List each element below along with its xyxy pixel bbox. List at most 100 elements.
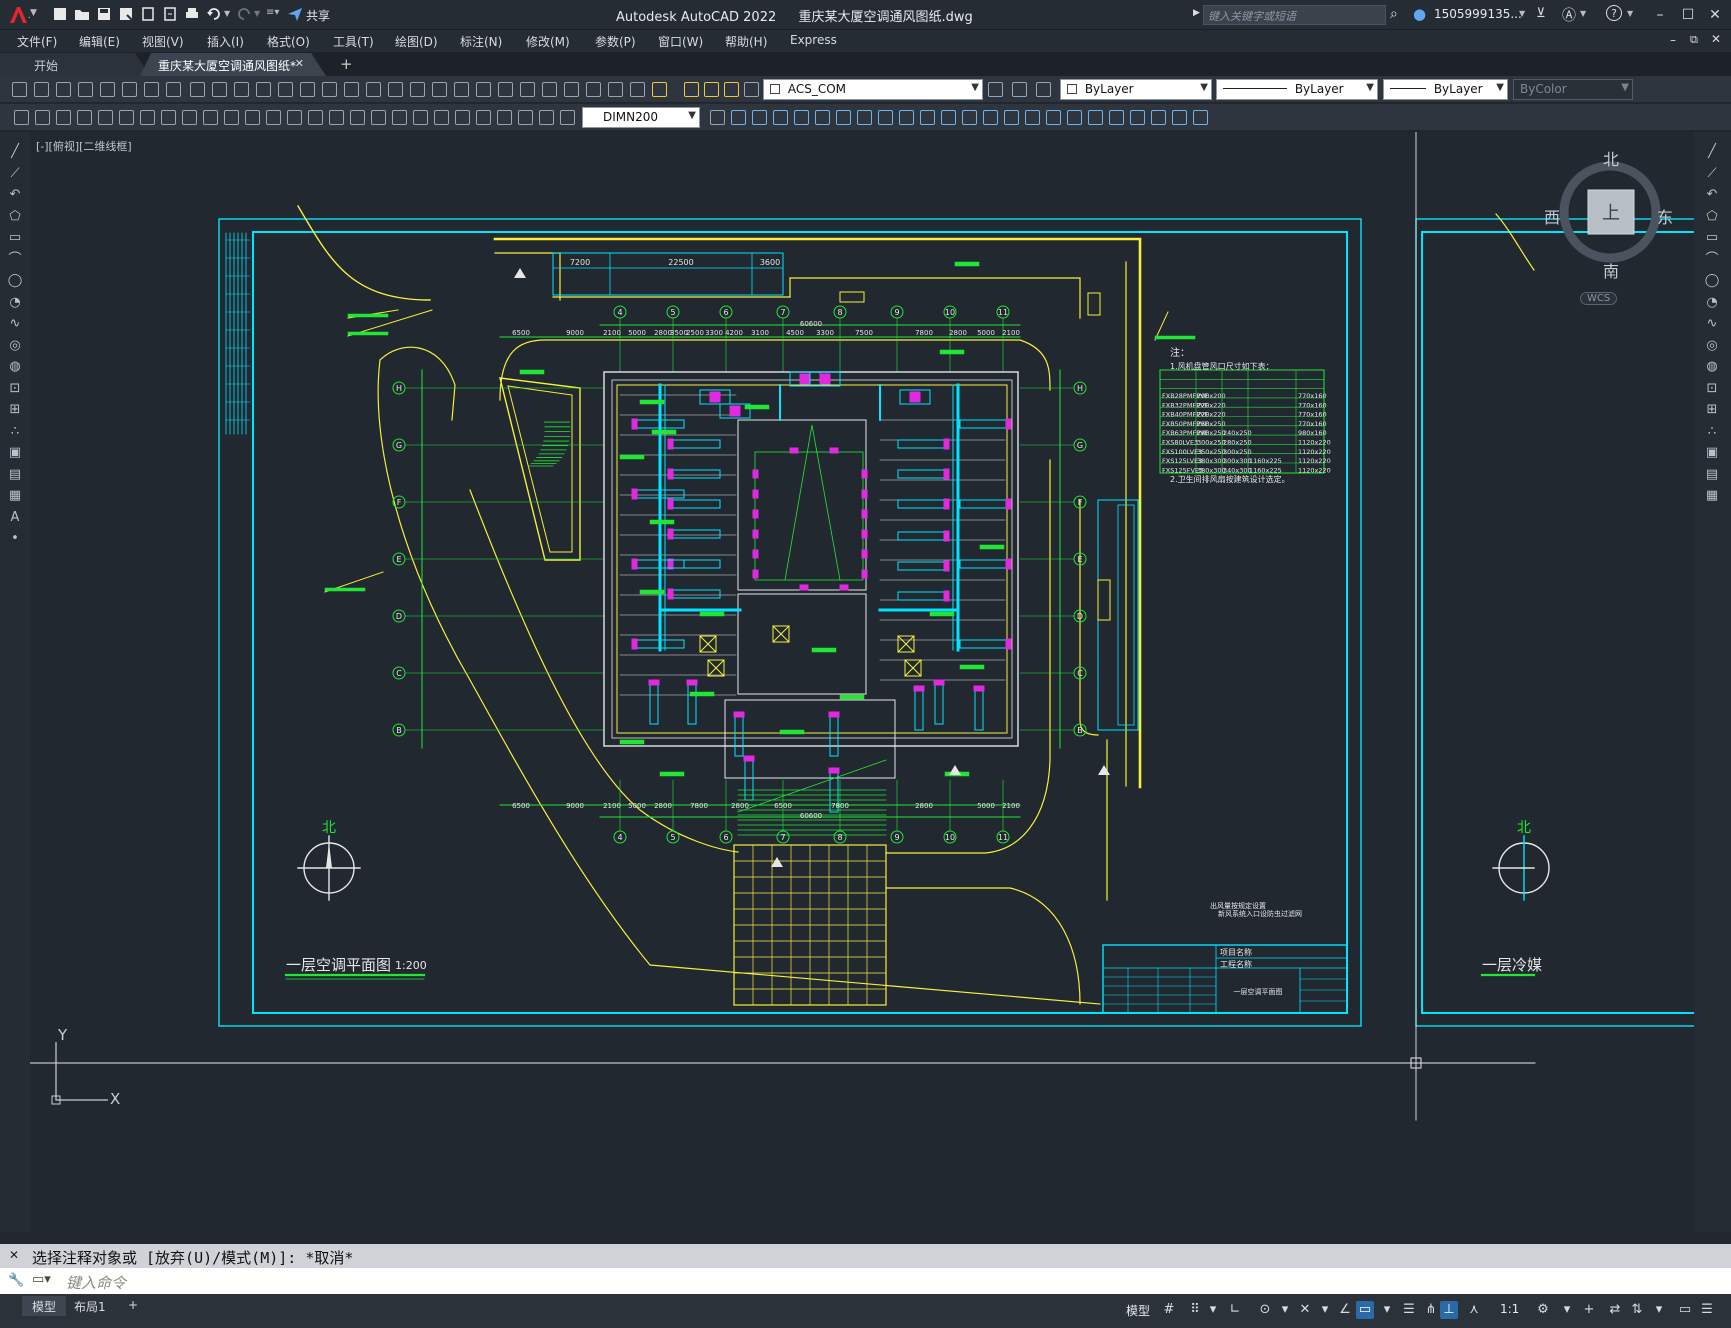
tb1-tool-14-icon[interactable] (300, 82, 315, 97)
tb2-tool-24-icon[interactable] (497, 110, 512, 125)
status-toggle-11-icon[interactable]: ▾ (1378, 1301, 1396, 1319)
draw-tool-3-icon[interactable]: ↶ (7, 187, 23, 203)
modify-tool-11-icon[interactable]: ◍ (1704, 359, 1720, 375)
layer-dropdown[interactable]: ACS_COM ▼ (763, 79, 983, 100)
tb1-tool-21-icon[interactable] (454, 82, 469, 97)
viewcube-top-face[interactable]: 上 (1602, 199, 1620, 225)
tb2-tool-6-icon[interactable] (119, 110, 134, 125)
tb1-tool-15-icon[interactable] (322, 82, 337, 97)
tb2-tool-12-icon[interactable] (245, 110, 260, 125)
tb1-tool-30-icon[interactable] (652, 82, 667, 97)
tb1-tool-19-icon[interactable] (410, 82, 425, 97)
tb2-tool-34-icon[interactable] (836, 110, 851, 125)
tb2-tool-33-icon[interactable] (815, 110, 830, 125)
tab-layout1[interactable]: 布局1 (64, 1296, 116, 1316)
viewcube-north[interactable]: 北 (1603, 146, 1619, 170)
tab-model[interactable]: 模型 (22, 1296, 67, 1316)
command-input[interactable]: 键入命令 (66, 1272, 126, 1293)
tb2-tool-48-icon[interactable] (1130, 110, 1145, 125)
modify-tool-4-icon[interactable]: ⬠ (1704, 209, 1720, 225)
user-dropdown-icon[interactable]: ▼ (1519, 9, 1525, 18)
undo-dropdown-icon[interactable]: ▼ (224, 9, 230, 18)
modify-tool-3-icon[interactable]: ↶ (1704, 187, 1720, 203)
tb2-tool-2-icon[interactable] (35, 110, 50, 125)
status-toggle-4-icon[interactable]: ∟ (1226, 1301, 1244, 1319)
cart-icon[interactable]: ⊻ (1536, 6, 1546, 21)
status-toggle-18-icon[interactable]: + (1580, 1301, 1598, 1319)
tb2-tool-14-icon[interactable] (287, 110, 302, 125)
draw-tool-2-icon[interactable]: ⟋ (7, 166, 23, 182)
plot-icon[interactable] (184, 6, 200, 22)
tb2-tool-35-icon[interactable] (857, 110, 872, 125)
close-icon[interactable]: ✕ (1703, 4, 1727, 26)
tb1-tool-28-icon[interactable] (608, 82, 623, 97)
modify-tool-8-icon[interactable]: ◔ (1704, 295, 1720, 311)
tb1-tool-35-icon[interactable] (988, 82, 1003, 97)
plotstyle-dropdown[interactable]: ByColor ▼ (1513, 79, 1633, 100)
open-web-icon[interactable] (140, 6, 156, 22)
tb2-tool-21-icon[interactable] (434, 110, 449, 125)
modify-tool-10-icon[interactable]: ◎ (1704, 338, 1720, 354)
tb2-tool-30-icon[interactable] (752, 110, 767, 125)
tb2-tool-4-icon[interactable] (77, 110, 92, 125)
tb1-tool-24-icon[interactable] (520, 82, 535, 97)
tb1-tool-2-icon[interactable] (34, 82, 49, 97)
save-icon[interactable] (96, 6, 112, 22)
tb2-tool-47-icon[interactable] (1109, 110, 1124, 125)
save-as-icon[interactable] (118, 6, 134, 22)
draw-tool-19-icon[interactable]: • (7, 531, 23, 547)
menu-draw[interactable]: 绘图(D) (395, 33, 438, 50)
tb2-tool-23-icon[interactable] (476, 110, 491, 125)
tab-drawing[interactable]: 重庆某大厦空调通风图纸* ✕ (140, 53, 326, 76)
tb1-tool-26-icon[interactable] (564, 82, 579, 97)
tb1-tool-13-icon[interactable] (278, 82, 293, 97)
draw-tool-7-icon[interactable]: ◯ (7, 273, 23, 289)
draw-tool-11-icon[interactable]: ◍ (7, 359, 23, 375)
draw-tool-16-icon[interactable]: ▤ (7, 467, 23, 483)
linetype-dropdown[interactable]: ByLayer ▼ (1216, 79, 1378, 100)
wcs-menu[interactable]: WCS (1580, 292, 1618, 305)
customize-qat-icon[interactable]: ≡▾ (266, 7, 279, 18)
status-toggle-10-icon[interactable]: ▭ (1356, 1301, 1374, 1319)
lineweight-dropdown[interactable]: ByLayer ▼ (1383, 79, 1508, 100)
modify-tool-12-icon[interactable]: ⊡ (1704, 381, 1720, 397)
menu-tools[interactable]: 工具(T) (333, 33, 374, 50)
status-toggle-7-icon[interactable]: ✕ (1296, 1301, 1314, 1319)
tb2-tool-15-icon[interactable] (308, 110, 323, 125)
doc-restore-icon[interactable]: ⧉ (1690, 33, 1698, 47)
tb1-tool-37-icon[interactable] (1036, 82, 1051, 97)
doc-close-icon[interactable]: ✕ (1711, 32, 1721, 46)
modify-tool-9-icon[interactable]: ∿ (1704, 316, 1720, 332)
status-toggle-22-icon[interactable]: ▭ (1676, 1301, 1694, 1319)
draw-tool-14-icon[interactable]: ∴ (7, 424, 23, 440)
help-dropdown-icon[interactable]: ▼ (1627, 9, 1633, 18)
draw-tool-13-icon[interactable]: ⊞ (7, 402, 23, 418)
tb1-tool-32-icon[interactable] (704, 82, 719, 97)
tb1-tool-23-icon[interactable] (498, 82, 513, 97)
status-toggle-19-icon[interactable]: ⇄ (1606, 1301, 1624, 1319)
tb2-tool-50-icon[interactable] (1172, 110, 1187, 125)
modify-tool-17-icon[interactable]: ▦ (1704, 488, 1720, 504)
tb2-tool-27-icon[interactable] (560, 110, 575, 125)
tb2-tool-9-icon[interactable] (182, 110, 197, 125)
command-close-icon[interactable]: ✕ (9, 1248, 19, 1262)
draw-tool-17-icon[interactable]: ▦ (7, 488, 23, 504)
draw-tool-1-icon[interactable]: ╱ (7, 144, 23, 160)
viewcube-east[interactable]: 东 (1657, 204, 1673, 228)
tb2-tool-22-icon[interactable] (455, 110, 470, 125)
tb1-tool-34-icon[interactable] (744, 82, 759, 97)
redo-icon[interactable] (236, 6, 252, 22)
annotation-scale[interactable]: 1:1 (1500, 1302, 1519, 1316)
viewcube-south[interactable]: 南 (1603, 258, 1619, 282)
autocad-logo-icon[interactable] (8, 5, 32, 25)
drawing-viewport[interactable]: [-][俯视][二维线框] 7200 22500 3600 6500 9000 2100 5… (30, 132, 1694, 1232)
tb2-tool-38-icon[interactable] (920, 110, 935, 125)
status-toggle-20-icon[interactable]: ⇅ (1628, 1301, 1646, 1319)
menu-format[interactable]: 格式(O) (267, 33, 310, 50)
undo-icon[interactable] (206, 6, 222, 22)
tb2-tool-25-icon[interactable] (518, 110, 533, 125)
tb2-tool-16-icon[interactable] (329, 110, 344, 125)
tb2-tool-28-icon[interactable] (710, 110, 725, 125)
tb1-tool-17-icon[interactable] (366, 82, 381, 97)
status-toggle-9-icon[interactable]: ∠ (1336, 1301, 1354, 1319)
